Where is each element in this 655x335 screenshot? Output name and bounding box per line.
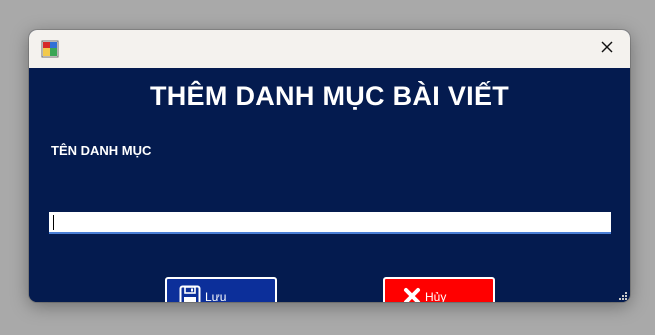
category-name-input[interactable] — [49, 212, 611, 234]
floppy-disk-icon — [179, 285, 201, 302]
title-bar[interactable] — [29, 30, 630, 68]
close-icon — [600, 40, 614, 59]
form-icon — [41, 40, 59, 58]
category-name-label: TÊN DANH MỤC — [51, 143, 152, 158]
dialog-body: THÊM DANH MỤC BÀI VIẾT TÊN DANH MỤC Lưu — [29, 68, 630, 302]
save-button[interactable]: Lưu — [165, 277, 277, 302]
text-caret — [53, 215, 54, 230]
cancel-button-label: Hủy — [425, 290, 447, 302]
resize-grip-icon[interactable] — [617, 289, 627, 300]
save-button-label: Lưu — [205, 290, 227, 302]
page-title: THÊM DANH MỤC BÀI VIẾT — [149, 81, 510, 111]
close-button[interactable] — [584, 30, 630, 68]
x-mark-icon — [403, 287, 421, 302]
dialog-window: THÊM DANH MỤC BÀI VIẾT TÊN DANH MỤC Lưu — [29, 30, 630, 302]
cancel-button[interactable]: Hủy — [383, 277, 495, 302]
